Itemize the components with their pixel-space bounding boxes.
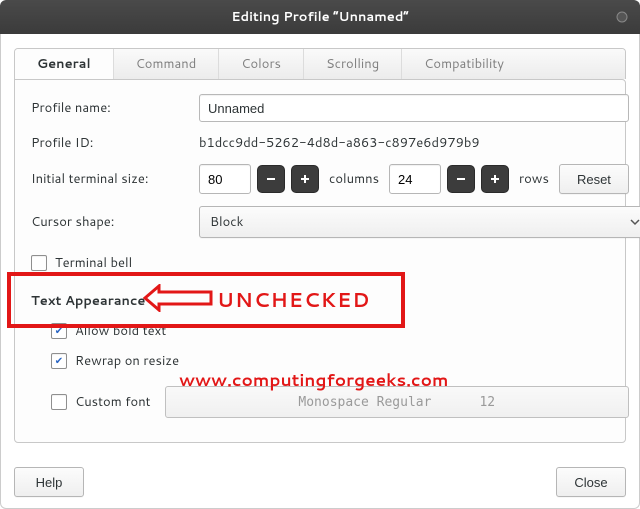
custom-font-name: Monospace Regular (298, 395, 431, 410)
window-title: Editing Profile “Unnamed” (231, 8, 408, 26)
custom-font-label: Custom font (75, 393, 151, 411)
client-area: General Command Colors Scrolling Compati… (0, 34, 640, 509)
rewrap-row: Rewrap on resize (31, 352, 629, 370)
chevron-down-icon (630, 217, 640, 227)
tab-colors[interactable]: Colors (219, 49, 304, 79)
profile-id-label: Profile ID: (31, 134, 189, 152)
rewrap-label: Rewrap on resize (75, 352, 179, 370)
close-icon (616, 11, 628, 23)
allow-bold-label: Allow bold text (75, 322, 166, 340)
profile-editor-window: Editing Profile “Unnamed” General Comman… (0, 0, 640, 509)
custom-font-size: 12 (479, 395, 495, 410)
rows-unit-label: rows (519, 170, 549, 188)
reset-size-button[interactable]: Reset (559, 164, 629, 194)
text-appearance-heading: Text Appearance (31, 292, 629, 310)
plus-icon (300, 174, 310, 184)
tab-general[interactable]: General (15, 49, 114, 79)
minus-icon (266, 174, 276, 184)
cursor-shape-value: Block (210, 213, 630, 231)
titlebar: Editing Profile “Unnamed” (0, 0, 640, 34)
columns-decrement[interactable] (257, 165, 285, 193)
terminal-bell-checkbox[interactable] (31, 255, 47, 271)
rewrap-checkbox[interactable] (51, 353, 67, 369)
initial-size-label: Initial terminal size: (31, 170, 189, 188)
help-button[interactable]: Help (14, 467, 84, 497)
columns-unit-label: columns (329, 170, 379, 188)
custom-font-checkbox[interactable] (51, 394, 67, 410)
tab-compatibility[interactable]: Compatibility (402, 49, 625, 79)
notebook-tabs: General Command Colors Scrolling Compati… (14, 48, 626, 79)
cursor-shape-combo[interactable]: Block (199, 206, 640, 238)
window-close-button[interactable] (614, 9, 630, 25)
custom-font-row: Custom font Monospace Regular 12 (31, 386, 629, 418)
rows-increment[interactable] (481, 165, 509, 193)
rows-decrement[interactable] (447, 165, 475, 193)
close-button[interactable]: Close (556, 467, 626, 497)
minus-icon (456, 174, 466, 184)
plus-icon (490, 174, 500, 184)
profile-name-label: Profile name: (31, 99, 189, 117)
tab-general-page: Profile name: Profile ID: b1dcc9dd-5262-… (14, 79, 626, 443)
cursor-shape-label: Cursor shape: (31, 213, 189, 231)
terminal-bell-row: Terminal bell (31, 254, 629, 272)
allow-bold-checkbox[interactable] (51, 323, 67, 339)
tab-command[interactable]: Command (114, 49, 220, 79)
rows-input[interactable] (389, 164, 441, 194)
terminal-bell-label: Terminal bell (55, 254, 132, 272)
initial-size-controls: columns rows Reset (199, 164, 629, 194)
custom-font-button[interactable]: Monospace Regular 12 (165, 386, 629, 418)
columns-increment[interactable] (291, 165, 319, 193)
profile-name-input[interactable] (199, 94, 629, 122)
allow-bold-row: Allow bold text (31, 322, 629, 340)
tab-scrolling[interactable]: Scrolling (304, 49, 402, 79)
profile-id-value: b1dcc9dd-5262-4d8d-a863-c897e6d979b9 (199, 134, 629, 152)
dialog-footer: Help Close (14, 443, 626, 497)
columns-input[interactable] (199, 164, 251, 194)
